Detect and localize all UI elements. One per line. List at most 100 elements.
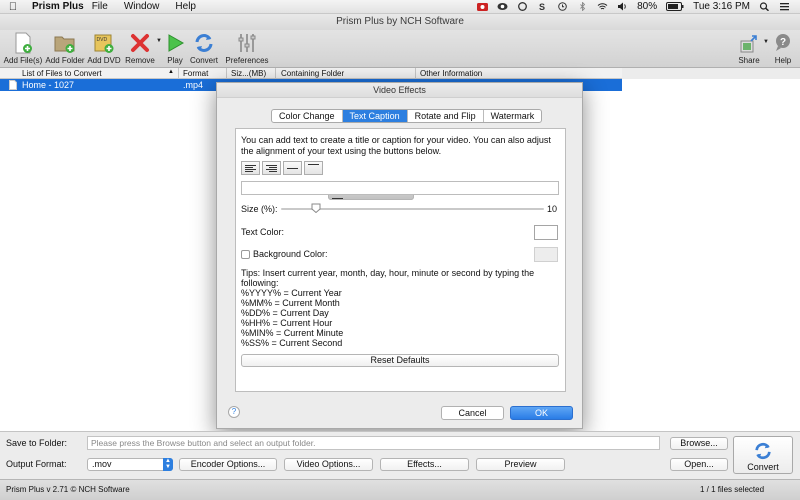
dvd-icon: DVD	[94, 34, 114, 53]
cancel-button[interactable]: Cancel	[441, 406, 504, 420]
add-folder-icon	[54, 36, 75, 53]
help-button[interactable]: ? Help	[766, 32, 800, 65]
text-color-label: Text Color:	[241, 227, 285, 237]
text-color-swatch[interactable]	[534, 225, 558, 240]
file-name: Home - 1027	[22, 80, 75, 90]
chevron-updown-icon: ▲ ▼	[163, 458, 173, 471]
ok-button[interactable]: OK	[510, 406, 573, 420]
toolbar: Add File(s) Add Folder DVD Add DVD Remov…	[0, 30, 800, 68]
column-header-folder[interactable]: Containing Folder	[281, 69, 344, 78]
size-label: Size (%):	[241, 204, 278, 214]
preferences-button[interactable]: Preferences	[223, 32, 271, 65]
preview-button[interactable]: Preview	[476, 458, 565, 471]
tip-second: %SS% = Current Second	[241, 338, 343, 348]
time-machine-icon[interactable]	[557, 2, 568, 11]
tip-intro: Tips: Insert current year, month, day, h…	[241, 268, 535, 288]
add-files-button[interactable]: Add File(s)	[0, 32, 46, 65]
output-format-value: .mov	[92, 459, 112, 469]
remove-icon	[131, 34, 149, 52]
app-menu[interactable]: Prism Plus	[26, 1, 84, 12]
size-slider-knob[interactable]	[311, 203, 321, 213]
help-label: Help	[774, 56, 792, 65]
column-header-format[interactable]: Format	[183, 69, 208, 78]
video-options-button[interactable]: Video Options...	[284, 458, 373, 471]
menu-bar:  Prism Plus File Window Help S 80% Tue …	[0, 0, 800, 14]
sort-arrow-icon: ▲	[168, 69, 174, 75]
menu-file[interactable]: File	[84, 1, 116, 12]
output-panel: Save to Folder: Please press the Browse …	[0, 431, 800, 479]
bluetooth-icon[interactable]	[577, 2, 588, 11]
tip-day: %DD% = Current Day	[241, 308, 329, 318]
browse-button[interactable]: Browse...	[670, 437, 728, 450]
eye-icon[interactable]	[497, 2, 508, 11]
align-top-button[interactable]	[304, 161, 323, 175]
tab-text-caption[interactable]: Text Caption	[342, 110, 408, 122]
status-bar: Prism Plus v 2.71 © NCH Software 1 / 1 f…	[0, 479, 800, 500]
convert-label: Convert	[747, 462, 779, 472]
menubar-clock[interactable]: Tue 3:16 PM	[693, 1, 750, 12]
add-dvd-label: Add DVD	[87, 56, 121, 65]
battery-icon[interactable]	[666, 2, 684, 11]
svg-text:?: ?	[780, 37, 786, 48]
preferences-label: Preferences	[225, 56, 269, 65]
preferences-icon	[238, 34, 256, 52]
tip-hour: %HH% = Current Hour	[241, 318, 333, 328]
selection-count: 1 / 1 files selected	[700, 485, 765, 494]
menu-window[interactable]: Window	[116, 1, 168, 12]
background-color-label: Background Color:	[253, 249, 328, 259]
dialog-help-button[interactable]: ?	[228, 406, 240, 418]
output-format-label: Output Format:	[6, 459, 67, 469]
share-label: Share	[738, 56, 760, 65]
effects-tabs: Color Change Text Caption Rotate and Fli…	[271, 109, 543, 123]
file-list-header: List of Files to Convert ▲ Format Siz...…	[0, 68, 622, 79]
tab-watermark[interactable]: Watermark	[484, 110, 542, 122]
convert-icon	[195, 34, 213, 52]
battery-percent: 80%	[637, 1, 658, 12]
convert-toolbar-label: Convert	[189, 56, 218, 65]
reset-defaults-button[interactable]: Reset Defaults	[241, 354, 559, 367]
share-icon	[740, 35, 757, 53]
text-caption-panel: You can add text to create a title or ca…	[235, 128, 566, 392]
size-value: 10	[547, 204, 558, 214]
align-middle-button[interactable]	[283, 161, 302, 175]
camera-icon[interactable]	[477, 2, 489, 11]
tab-rotate-and-flip[interactable]: Rotate and Flip	[408, 110, 484, 122]
open-button[interactable]: Open...	[670, 458, 728, 471]
column-header-size[interactable]: Siz...(MB)	[231, 69, 266, 78]
skype-icon[interactable]: S	[537, 2, 548, 11]
share-button[interactable]: Share ▼	[729, 32, 769, 65]
tips-text: Tips: Insert current year, month, day, h…	[241, 268, 561, 348]
volume-icon[interactable]	[617, 2, 628, 11]
spotlight-icon[interactable]	[759, 2, 770, 11]
add-file-icon	[15, 32, 32, 54]
dialog-title: Video Effects	[217, 83, 582, 98]
remove-label: Remove	[125, 56, 155, 65]
align-right-button[interactable]	[262, 161, 281, 175]
encoder-options-button[interactable]: Encoder Options...	[179, 458, 277, 471]
column-header-info[interactable]: Other Information	[420, 69, 482, 78]
help-icon: ?	[776, 34, 790, 51]
notification-center-icon[interactable]	[779, 2, 790, 11]
align-left-button[interactable]	[241, 161, 260, 175]
save-to-folder-label: Save to Folder:	[6, 438, 68, 448]
status-icons: S 80% Tue 3:16 PM	[477, 1, 800, 12]
background-color-swatch	[534, 247, 558, 262]
tab-color-change[interactable]: Color Change	[272, 110, 343, 122]
convert-button[interactable]: Convert	[733, 436, 793, 474]
caption-text-input[interactable]	[241, 181, 559, 195]
effects-button[interactable]: Effects...	[380, 458, 469, 471]
wifi-icon[interactable]	[597, 2, 608, 11]
alignment-buttons	[241, 161, 414, 200]
convert-arrows-icon	[755, 442, 771, 460]
convert-toolbar-button[interactable]: Convert	[181, 32, 227, 65]
svg-text:S: S	[539, 2, 545, 11]
sync-icon[interactable]	[517, 2, 528, 11]
output-folder-input[interactable]: Please press the Browse button and selec…	[87, 436, 660, 450]
apple-icon[interactable]: 	[0, 1, 26, 13]
video-effects-dialog: Video Effects Color Change Text Caption …	[216, 82, 583, 429]
window-title: Prism Plus by NCH Software	[0, 14, 800, 30]
background-color-checkbox[interactable]	[241, 250, 250, 259]
output-format-select[interactable]: .mov ▲ ▼	[87, 458, 173, 471]
column-header-name[interactable]: List of Files to Convert	[22, 69, 102, 78]
menu-help[interactable]: Help	[167, 1, 204, 12]
